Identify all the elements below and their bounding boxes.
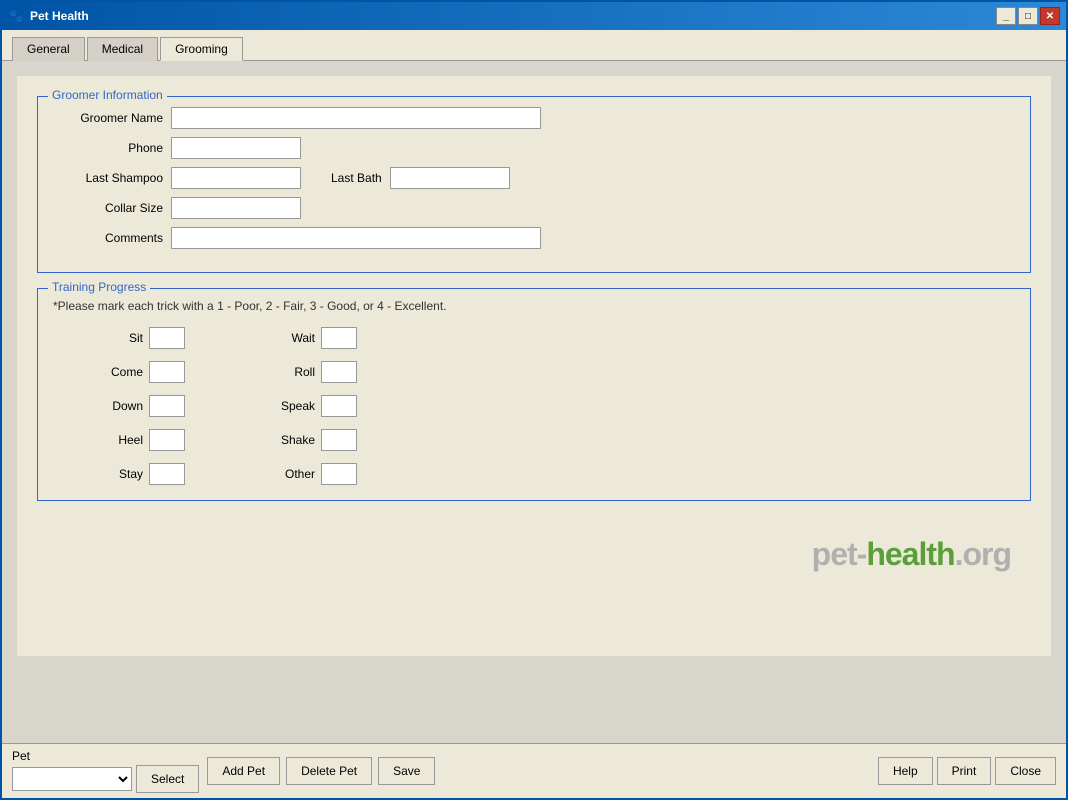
trick-roll-input[interactable] xyxy=(321,361,357,383)
footer: Pet Select Add Pet Delete Pet Save Help … xyxy=(2,743,1066,798)
phone-input[interactable] xyxy=(171,137,301,159)
tab-medical[interactable]: Medical xyxy=(87,37,158,61)
footer-right-buttons: Help Print Close xyxy=(878,757,1056,785)
phone-label: Phone xyxy=(53,141,163,155)
tab-grooming[interactable]: Grooming xyxy=(160,37,243,61)
trick-roll-label: Roll xyxy=(265,365,315,379)
logo-part3: .org xyxy=(955,536,1011,572)
comments-row: Comments xyxy=(53,227,1015,249)
app-icon: 🐾 xyxy=(8,8,24,24)
trick-come-label: Come xyxy=(93,365,143,379)
trick-sit-label: Sit xyxy=(93,331,143,345)
window-title: Pet Health xyxy=(30,9,996,23)
last-bath-input[interactable] xyxy=(390,167,510,189)
comments-input[interactable] xyxy=(171,227,541,249)
collar-size-input[interactable] xyxy=(171,197,301,219)
title-bar-buttons: _ □ ✕ xyxy=(996,7,1060,25)
trick-shake-label: Shake xyxy=(265,433,315,447)
restore-button[interactable]: □ xyxy=(1018,7,1038,25)
trick-down-input[interactable] xyxy=(149,395,185,417)
logo-part2: health xyxy=(866,536,954,572)
last-bath-label: Last Bath xyxy=(331,171,382,185)
footer-main-buttons: Add Pet Delete Pet Save xyxy=(207,757,435,785)
logo-part1: pet- xyxy=(812,536,867,572)
trick-shake-row: Shake xyxy=(265,429,357,451)
trick-shake-input[interactable] xyxy=(321,429,357,451)
collar-size-label: Collar Size xyxy=(53,201,163,215)
trick-sit-input[interactable] xyxy=(149,327,185,349)
logo-area: pet-health.org xyxy=(37,516,1031,583)
trick-other-row: Other xyxy=(265,463,357,485)
minimize-button[interactable]: _ xyxy=(996,7,1016,25)
last-shampoo-input[interactable] xyxy=(171,167,301,189)
trick-wait-input[interactable] xyxy=(321,327,357,349)
trick-other-input[interactable] xyxy=(321,463,357,485)
pet-label: Pet xyxy=(12,749,199,763)
trick-roll-row: Roll xyxy=(265,361,357,383)
groomer-name-row: Groomer Name xyxy=(53,107,1015,129)
comments-label: Comments xyxy=(53,231,163,245)
trick-heel-row: Heel xyxy=(93,429,185,451)
pet-controls: Select xyxy=(12,765,199,793)
trick-stay-input[interactable] xyxy=(149,463,185,485)
close-button[interactable]: Close xyxy=(995,757,1056,785)
inner-content: Groomer Information Groomer Name Phone L… xyxy=(17,76,1051,656)
trick-down-row: Down xyxy=(93,395,185,417)
pet-section: Pet Select xyxy=(12,749,199,793)
trick-heel-label: Heel xyxy=(93,433,143,447)
print-button[interactable]: Print xyxy=(937,757,992,785)
trick-heel-input[interactable] xyxy=(149,429,185,451)
training-note: *Please mark each trick with a 1 - Poor,… xyxy=(53,299,1015,313)
trick-stay-row: Stay xyxy=(93,463,185,485)
groomer-section-title: Groomer Information xyxy=(48,88,167,102)
trick-come-row: Come xyxy=(93,361,185,383)
logo: pet-health.org xyxy=(812,536,1011,573)
shampoo-bath-row: Last Shampoo Last Bath xyxy=(53,167,1015,189)
pet-dropdown[interactable] xyxy=(12,767,132,791)
tab-general[interactable]: General xyxy=(12,37,85,61)
main-window: 🐾 Pet Health _ □ ✕ General Medical Groom… xyxy=(0,0,1068,800)
trick-stay-label: Stay xyxy=(93,467,143,481)
select-button[interactable]: Select xyxy=(136,765,199,793)
title-bar: 🐾 Pet Health _ □ ✕ xyxy=(2,2,1066,30)
help-button[interactable]: Help xyxy=(878,757,933,785)
trick-down-label: Down xyxy=(93,399,143,413)
tricks-left-column: Sit Come Down Heel xyxy=(93,327,185,485)
collar-size-row: Collar Size xyxy=(53,197,1015,219)
trick-wait-row: Wait xyxy=(265,327,357,349)
trick-speak-label: Speak xyxy=(265,399,315,413)
groomer-info-section: Groomer Information Groomer Name Phone L… xyxy=(37,96,1031,273)
tricks-right-column: Wait Roll Speak Shake xyxy=(265,327,357,485)
save-button[interactable]: Save xyxy=(378,757,435,785)
tricks-grid: Sit Come Down Heel xyxy=(53,327,1015,485)
trick-speak-input[interactable] xyxy=(321,395,357,417)
delete-pet-button[interactable]: Delete Pet xyxy=(286,757,372,785)
add-pet-button[interactable]: Add Pet xyxy=(207,757,280,785)
tab-bar: General Medical Grooming xyxy=(2,30,1066,61)
last-shampoo-label: Last Shampoo xyxy=(53,171,163,185)
training-section: Training Progress *Please mark each tric… xyxy=(37,288,1031,501)
close-title-button[interactable]: ✕ xyxy=(1040,7,1060,25)
trick-speak-row: Speak xyxy=(265,395,357,417)
phone-row: Phone xyxy=(53,137,1015,159)
trick-sit-row: Sit xyxy=(93,327,185,349)
main-content: Groomer Information Groomer Name Phone L… xyxy=(2,61,1066,743)
trick-wait-label: Wait xyxy=(265,331,315,345)
groomer-name-input[interactable] xyxy=(171,107,541,129)
groomer-name-label: Groomer Name xyxy=(53,111,163,125)
trick-come-input[interactable] xyxy=(149,361,185,383)
training-section-title: Training Progress xyxy=(48,280,150,294)
trick-other-label: Other xyxy=(265,467,315,481)
